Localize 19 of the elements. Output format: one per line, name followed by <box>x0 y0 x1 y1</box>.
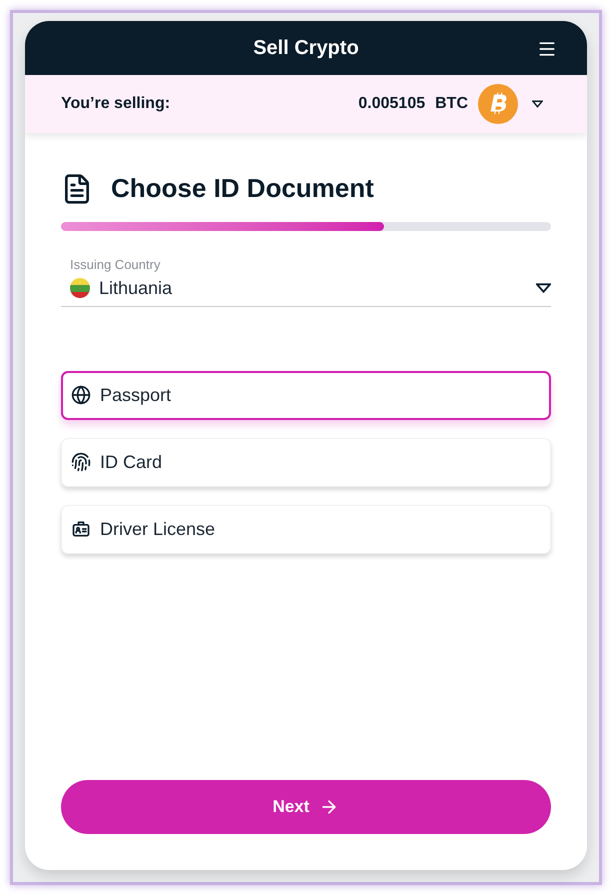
country-field-label: Issuing Country <box>70 256 162 274</box>
globe-icon <box>71 385 91 405</box>
document-option[interactable]: Driver License <box>61 504 551 554</box>
header-title: Sell Crypto <box>253 36 359 61</box>
bitcoin-icon <box>478 84 518 124</box>
dropdown-caret-icon <box>536 283 551 293</box>
next-button[interactable]: Next <box>61 780 551 834</box>
id-badge-icon <box>71 519 91 539</box>
selling-label: You’re selling: <box>61 94 170 114</box>
flag-icon <box>70 278 90 298</box>
fingerprint-icon <box>71 452 91 472</box>
document-option[interactable]: ID Card <box>61 438 551 486</box>
country-value: Lithuania <box>99 276 172 300</box>
selling-amount: 0.005105 <box>358 94 426 114</box>
document-option[interactable]: Passport <box>61 370 551 420</box>
country-select[interactable]: Issuing Country Lithuania <box>61 255 551 306</box>
currency-dropdown-button[interactable] <box>532 100 543 108</box>
currency-code: BTC <box>435 94 468 114</box>
step-title: Choose ID Document <box>111 172 374 205</box>
